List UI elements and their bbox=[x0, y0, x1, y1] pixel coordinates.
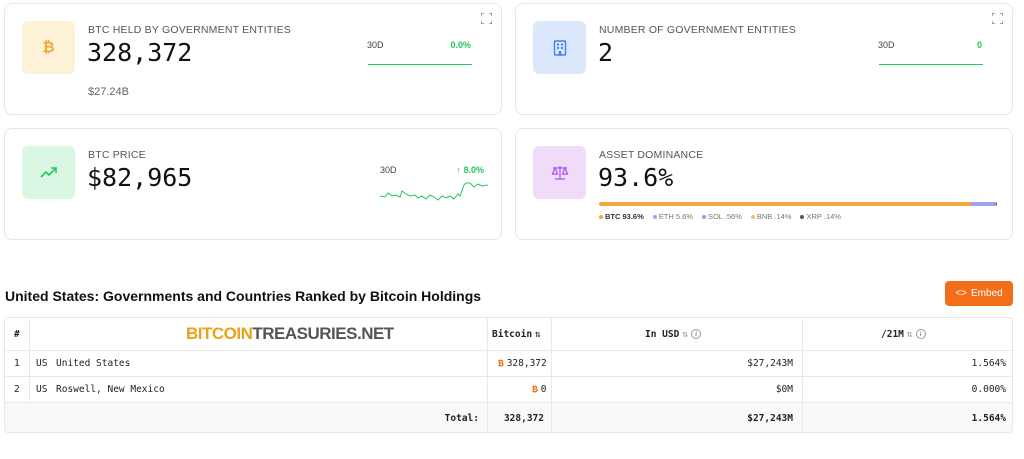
info-icon: i bbox=[915, 329, 926, 339]
divider bbox=[802, 351, 803, 376]
trending-up-icon bbox=[39, 166, 57, 178]
table-row[interactable]: 2 US Roswell, New Mexico ₿ 0 $0M 0.000% bbox=[5, 377, 1012, 403]
total-share: 1.564% bbox=[971, 413, 1006, 424]
dominance-value: 93.6% bbox=[598, 163, 674, 192]
divider bbox=[29, 351, 30, 376]
sparkline bbox=[368, 64, 472, 65]
change-value: ↑ 8.0% bbox=[456, 165, 484, 175]
price-sparkline bbox=[380, 182, 488, 201]
range-label[interactable]: 30D bbox=[878, 40, 895, 50]
dominance-segment-xrp bbox=[996, 202, 997, 206]
divider bbox=[487, 351, 488, 376]
entities-card: NUMBER OF GOVERNMENT ENTITIES 2 30D 0 bbox=[515, 3, 1013, 115]
legend-item-btc: BTC 93.6% bbox=[599, 212, 644, 221]
divider bbox=[29, 318, 30, 350]
btc-cell: ₿ 0 bbox=[532, 384, 547, 395]
bitcoin-icon-box: ₿ bbox=[22, 21, 75, 74]
card-label: BTC PRICE bbox=[88, 149, 146, 161]
bitcoin-icon: ₿ bbox=[42, 39, 55, 56]
legend-dot bbox=[750, 214, 755, 219]
change-value: 0 bbox=[976, 40, 982, 50]
embed-label: Embed bbox=[971, 288, 1003, 299]
legend-item-bnb: BNB .14% bbox=[750, 212, 791, 221]
btc-cell: ₿ 328,372 bbox=[498, 358, 547, 369]
divider bbox=[487, 377, 488, 402]
btc-held-value: 328,372 bbox=[87, 38, 193, 67]
legend-dot bbox=[701, 214, 706, 219]
legend-item-sol: SOL .56% bbox=[701, 212, 742, 221]
rank-cell: 1 bbox=[14, 358, 20, 369]
section-title: United States: Governments and Countries… bbox=[5, 288, 482, 304]
legend-item-eth: ETH 5.6% bbox=[652, 212, 693, 221]
share-cell: 0.000% bbox=[971, 384, 1006, 395]
table-header-row: # BITCOINTREASURIES.NET Bitcoin ⇅ In USD ⇅… bbox=[5, 318, 1012, 351]
divider bbox=[802, 318, 803, 350]
btc-price-card: BTC PRICE $82,965 30D ↑ 8.0% bbox=[4, 128, 502, 240]
entity-name[interactable]: Roswell, New Mexico bbox=[56, 377, 165, 402]
btc-held-usd: $27.24B bbox=[88, 86, 129, 98]
usd-cell: $0M bbox=[775, 384, 793, 395]
divider bbox=[487, 403, 488, 432]
share-header[interactable]: /21M ⇅ i bbox=[881, 318, 926, 350]
bitcoin-header[interactable]: Bitcoin ⇅ bbox=[492, 318, 541, 350]
legend-dot bbox=[599, 214, 603, 219]
divider bbox=[487, 318, 488, 350]
range-label[interactable]: 30D bbox=[380, 165, 397, 175]
building-icon-box bbox=[533, 21, 586, 74]
holdings-table: # BITCOINTREASURIES.NET Bitcoin ⇅ In USD ⇅… bbox=[4, 317, 1013, 433]
bitcoin-icon: ₿ bbox=[532, 384, 538, 395]
expand-icon[interactable] bbox=[481, 13, 492, 24]
asset-dominance-card: ASSET DOMINANCE 93.6% BTC 93.6% ETH 5.6% S… bbox=[515, 128, 1013, 240]
dominance-segment-eth bbox=[971, 202, 994, 206]
sparkline bbox=[879, 64, 983, 65]
card-label: BTC HELD BY GOVERNMENT ENTITIES bbox=[88, 24, 292, 36]
info-icon: i bbox=[691, 329, 702, 339]
country-code: US bbox=[36, 384, 48, 395]
legend-item-xrp: XRP .14% bbox=[800, 212, 841, 221]
card-label: ASSET DOMINANCE bbox=[599, 149, 704, 161]
divider bbox=[802, 377, 803, 402]
sort-icon: ⇅ bbox=[682, 328, 689, 340]
usd-header[interactable]: In USD ⇅ i bbox=[645, 318, 702, 350]
total-row: Total: 328,372 $27,243M 1.564% bbox=[5, 403, 1012, 432]
trending-up-icon-box bbox=[22, 146, 75, 199]
bitcoin-icon: ₿ bbox=[498, 358, 504, 369]
divider bbox=[29, 377, 30, 402]
sort-icon: ⇅ bbox=[906, 328, 913, 340]
entity-name[interactable]: United States bbox=[56, 351, 130, 376]
sort-icon: ⇅ bbox=[535, 328, 541, 340]
table-row[interactable]: 1 US United States ₿ 328,372 $27,243M 1.5… bbox=[5, 351, 1012, 377]
embed-button[interactable]: <> Embed bbox=[945, 281, 1013, 306]
expand-icon[interactable] bbox=[992, 13, 1003, 24]
dominance-bar bbox=[599, 202, 997, 206]
legend-dot bbox=[652, 214, 657, 219]
change-value: 0.0% bbox=[450, 40, 471, 50]
usd-cell: $27,243M bbox=[747, 358, 793, 369]
divider bbox=[551, 318, 552, 350]
scale-icon bbox=[551, 166, 568, 180]
total-usd: $27,243M bbox=[747, 413, 793, 424]
divider bbox=[802, 403, 803, 432]
divider bbox=[551, 403, 552, 432]
scale-icon-box bbox=[533, 146, 586, 199]
rank-cell: 2 bbox=[14, 384, 20, 395]
dominance-segment-btc bbox=[599, 202, 972, 206]
btc-price-value: $82,965 bbox=[87, 163, 193, 192]
share-cell: 1.564% bbox=[971, 358, 1006, 369]
rank-header: # bbox=[14, 328, 20, 340]
dominance-legend: BTC 93.6% ETH 5.6% SOL .56% BNB .14% XRP .14… bbox=[599, 212, 841, 221]
range-label[interactable]: 30D bbox=[367, 40, 384, 50]
divider bbox=[551, 377, 552, 402]
building-icon bbox=[553, 39, 566, 56]
code-icon: <> bbox=[955, 288, 967, 299]
total-btc: 328,372 bbox=[503, 413, 544, 424]
divider bbox=[551, 351, 552, 376]
entities-value: 2 bbox=[598, 38, 614, 67]
btc-held-card: ₿ BTC HELD BY GOVERNMENT ENTITIES 328,37… bbox=[4, 3, 502, 115]
legend-dot bbox=[800, 214, 805, 219]
card-label: NUMBER OF GOVERNMENT ENTITIES bbox=[599, 24, 796, 36]
total-label: Total: bbox=[444, 413, 479, 424]
country-code: US bbox=[36, 358, 48, 369]
bitcointreasuries-logo: BITCOINTREASURIES.NET bbox=[186, 324, 394, 343]
